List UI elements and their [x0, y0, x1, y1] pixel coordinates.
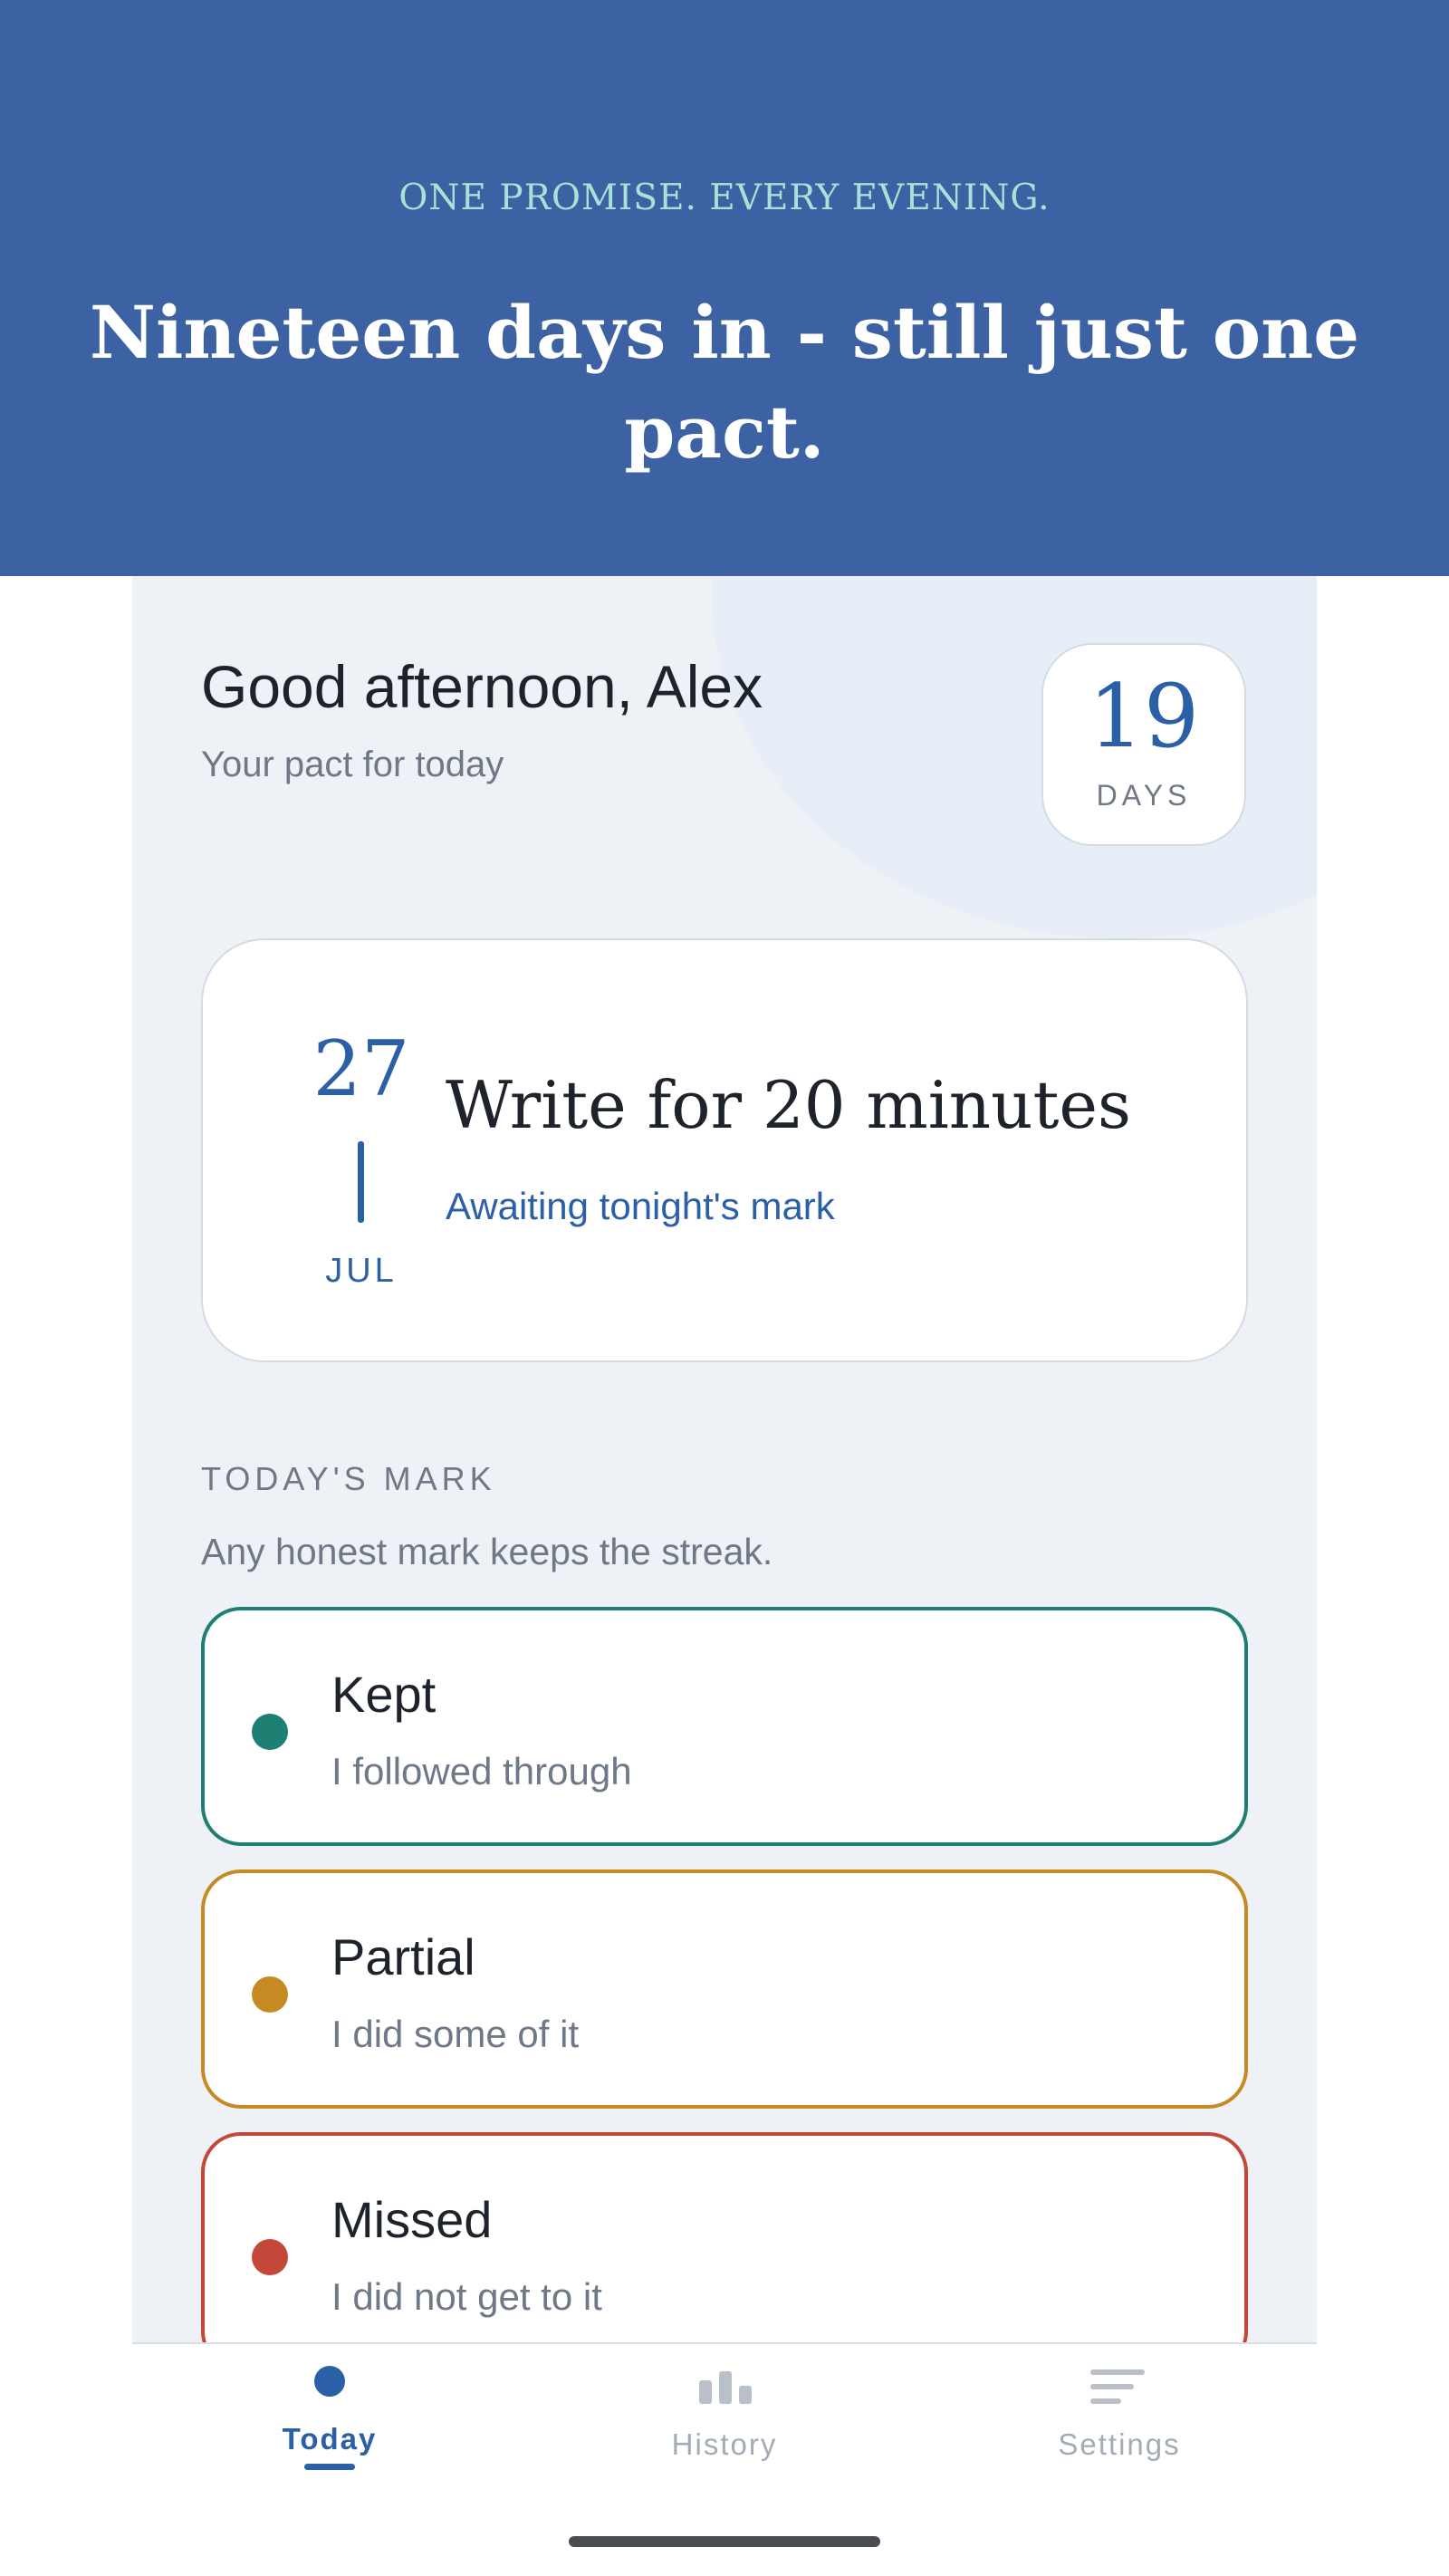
mark-option-subtitle: I did some of it	[331, 2013, 580, 2055]
mark-option-missed[interactable]: Missed I did not get to it	[201, 2132, 1248, 2344]
kept-dot-icon	[252, 1714, 288, 1750]
hero-title: Nineteen days in - still just one pact.	[89, 290, 1360, 475]
missed-dot-icon	[252, 2239, 288, 2275]
mark-option-title: Kept	[331, 1666, 437, 1723]
mark-option-title: Missed	[331, 2191, 493, 2248]
tab-history[interactable]: History	[589, 2344, 860, 2504]
mark-option-subtitle: I followed through	[331, 1750, 632, 1793]
tab-label: Settings	[1058, 2427, 1181, 2461]
pact-title: Write for 20 minutes	[446, 1067, 1131, 1143]
todays-mark-subtitle: Any honest mark keeps the streak.	[201, 1531, 773, 1572]
streak-badge: 19 DAYS	[1041, 643, 1246, 846]
pact-card: 27 JUL Write for 20 minutes Awaiting ton…	[201, 938, 1248, 1362]
dot-icon	[314, 2366, 345, 2397]
active-tab-indicator	[304, 2464, 355, 2470]
mark-option-subtitle: I did not get to it	[331, 2275, 602, 2318]
todays-mark-label: TODAY'S MARK	[201, 1460, 496, 1497]
home-indicator[interactable]	[569, 2536, 880, 2547]
bottom-tab-bar: Today History Settings	[132, 2344, 1317, 2504]
mark-option-kept[interactable]: Kept I followed through	[201, 1607, 1248, 1846]
app-screen: Good afternoon, Alex Your pact for today…	[132, 576, 1317, 2344]
greeting-subtitle: Your pact for today	[201, 745, 504, 784]
greeting-title: Good afternoon, Alex	[201, 653, 763, 720]
mark-option-partial[interactable]: Partial I did some of it	[201, 1870, 1248, 2109]
hero-banner: ONE PROMISE. EVERY EVENING. Nineteen day…	[0, 0, 1449, 576]
date-divider	[358, 1141, 364, 1223]
hero-eyebrow: ONE PROMISE. EVERY EVENING.	[398, 178, 1051, 218]
pact-date-day: 27	[312, 1024, 410, 1113]
mark-option-title: Partial	[331, 1928, 475, 1985]
tab-label: History	[671, 2427, 778, 2461]
streak-count: 19	[1088, 666, 1200, 767]
menu-lines-icon	[1090, 2369, 1148, 2406]
tab-label: Today	[282, 2422, 378, 2456]
streak-unit: DAYS	[1096, 779, 1192, 812]
tab-today[interactable]: Today	[194, 2344, 465, 2504]
pact-status: Awaiting tonight's mark	[446, 1185, 835, 1227]
pact-date-month: JUL	[325, 1252, 398, 1290]
tab-settings[interactable]: Settings	[984, 2344, 1255, 2504]
partial-dot-icon	[252, 1976, 288, 2013]
bar-chart-icon	[699, 2368, 753, 2404]
